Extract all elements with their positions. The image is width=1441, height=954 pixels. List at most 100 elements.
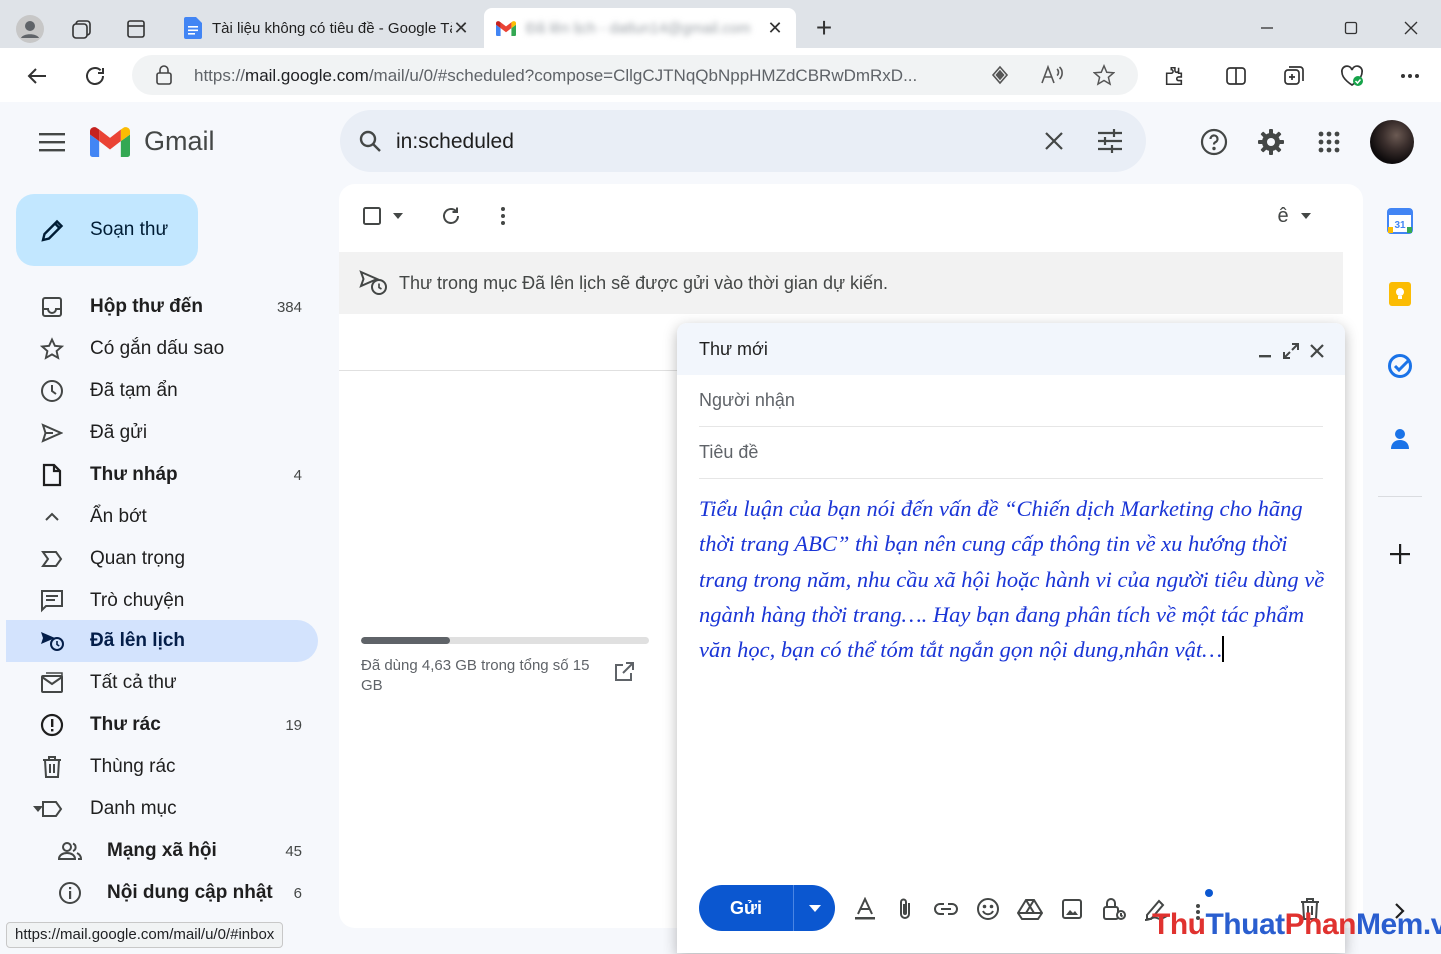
browser-essentials-icon[interactable] bbox=[1336, 60, 1368, 92]
url-text[interactable]: https://mail.google.com/mail/u/0/#schedu… bbox=[194, 66, 984, 86]
compose-button[interactable]: Soạn thư bbox=[16, 194, 198, 266]
insert-photo-icon[interactable] bbox=[1058, 895, 1086, 923]
more-vert-icon[interactable] bbox=[489, 202, 517, 230]
scheduled-info-banner: Thư trong mục Đã lên lịch sẽ được gửi và… bbox=[339, 252, 1343, 314]
close-tab-icon[interactable]: ✕ bbox=[452, 18, 470, 39]
message-body[interactable]: Tiểu luận của bạn nói đến vấn đề “Chiến … bbox=[699, 491, 1329, 667]
sidebar-item-categories[interactable]: Danh mục bbox=[6, 788, 318, 830]
extensions-icon[interactable] bbox=[1158, 60, 1190, 92]
clear-search-icon[interactable] bbox=[1040, 127, 1068, 155]
google-drive-icon[interactable] bbox=[1016, 895, 1044, 923]
schedule-send-dropdown[interactable] bbox=[794, 904, 835, 912]
tasks-icon[interactable] bbox=[1385, 351, 1415, 381]
favorite-star-icon[interactable] bbox=[1092, 63, 1116, 87]
calendar-icon[interactable]: 31 bbox=[1385, 206, 1415, 236]
input-tools-button[interactable]: ê bbox=[1269, 202, 1319, 230]
close-tab-icon[interactable]: ✕ bbox=[766, 18, 784, 39]
all-mail-icon bbox=[38, 669, 66, 697]
sidebar-item-social[interactable]: Mạng xã hội 45 bbox=[6, 830, 318, 872]
pencil-icon bbox=[41, 219, 64, 242]
search-options-icon[interactable] bbox=[1096, 127, 1124, 155]
workspaces-icon[interactable] bbox=[66, 13, 98, 45]
info-icon bbox=[56, 879, 84, 907]
new-tab-button[interactable]: + bbox=[808, 13, 840, 45]
scheduled-send-icon bbox=[359, 270, 389, 301]
browser-address-bar: https://mail.google.com/mail/u/0/#schedu… bbox=[0, 48, 1441, 102]
sidebar-item-trash[interactable]: Thùng rác bbox=[6, 746, 318, 788]
send-button[interactable]: Gửi bbox=[699, 898, 793, 919]
insert-link-icon[interactable] bbox=[932, 895, 960, 923]
send-icon bbox=[38, 419, 66, 447]
search-input[interactable]: in:scheduled bbox=[396, 130, 514, 154]
important-icon bbox=[38, 545, 66, 573]
minimize-compose-icon[interactable] bbox=[1255, 341, 1275, 361]
trash-icon bbox=[38, 753, 66, 781]
sidebar-item-starred[interactable]: Có gắn dấu sao bbox=[6, 328, 318, 370]
recipients-placeholder: Người nhận bbox=[699, 390, 795, 410]
back-icon[interactable] bbox=[20, 59, 54, 93]
tracking-prevention-icon[interactable] bbox=[988, 63, 1012, 87]
compose-label: Soạn thư bbox=[90, 219, 169, 240]
subject-field[interactable]: Tiêu đề bbox=[699, 427, 1323, 479]
account-avatar[interactable] bbox=[1370, 120, 1414, 164]
sidebar-item-updates[interactable]: Nội dung cập nhật 6 bbox=[6, 872, 318, 914]
formatting-icon[interactable] bbox=[851, 895, 879, 923]
storage-bar bbox=[361, 637, 649, 644]
omnibox[interactable]: https://mail.google.com/mail/u/0/#schedu… bbox=[132, 55, 1138, 95]
search-bar[interactable]: in:scheduled bbox=[340, 110, 1146, 172]
recipients-field[interactable]: Người nhận bbox=[699, 375, 1323, 427]
lock-icon[interactable] bbox=[152, 63, 176, 87]
sidebar-item-sent[interactable]: Đã gửi bbox=[6, 412, 318, 454]
tab-actions-icon[interactable] bbox=[120, 13, 152, 45]
more-options-icon[interactable] bbox=[1394, 60, 1426, 92]
gmail-favicon-icon bbox=[496, 20, 516, 36]
collections-icon[interactable] bbox=[1278, 60, 1310, 92]
select-all-checkbox[interactable] bbox=[361, 202, 407, 230]
apps-grid-icon[interactable] bbox=[1311, 124, 1347, 160]
confidential-mode-icon[interactable] bbox=[1100, 895, 1128, 923]
compose-header[interactable]: Thư mới bbox=[677, 323, 1345, 375]
contacts-icon[interactable] bbox=[1385, 423, 1415, 453]
profile-icon[interactable] bbox=[14, 13, 46, 45]
inbox-icon bbox=[38, 293, 66, 321]
gmail-wordmark: Gmail bbox=[144, 126, 215, 156]
attach-file-icon[interactable] bbox=[891, 895, 919, 923]
sidebar-item-important[interactable]: Quan trọng bbox=[6, 538, 318, 580]
sidebar-item-drafts[interactable]: Thư nháp 4 bbox=[6, 454, 318, 496]
sidebar-item-spam[interactable]: Thư rác 19 bbox=[6, 704, 318, 746]
clock-icon bbox=[38, 377, 66, 405]
sidebar-item-snoozed[interactable]: Đã tạm ẩn bbox=[6, 370, 318, 412]
sidebar-item-all-mail[interactable]: Tất cả thư bbox=[6, 662, 318, 704]
close-window-icon[interactable] bbox=[1388, 12, 1434, 44]
minimize-window-icon[interactable] bbox=[1244, 12, 1290, 44]
sidebar-item-chats[interactable]: Trò chuyện bbox=[6, 580, 318, 622]
search-icon[interactable] bbox=[356, 127, 384, 155]
settings-gear-icon[interactable] bbox=[1253, 124, 1289, 160]
chevron-up-icon bbox=[38, 503, 66, 531]
tab-google-docs[interactable]: Tài liệu không có tiêu đề - Google Tài l… bbox=[172, 8, 482, 48]
spam-icon bbox=[38, 711, 66, 739]
close-compose-icon[interactable] bbox=[1307, 341, 1327, 361]
maximize-window-icon[interactable] bbox=[1328, 12, 1374, 44]
svg-text:31: 31 bbox=[1394, 220, 1406, 231]
open-external-icon[interactable] bbox=[613, 661, 635, 688]
sidebar-item-scheduled[interactable]: Đã lên lịch bbox=[6, 620, 318, 662]
keep-icon[interactable] bbox=[1385, 279, 1415, 309]
refresh-icon[interactable] bbox=[437, 202, 465, 230]
watermark: ThuThuatPhanMem.vn bbox=[1152, 908, 1441, 941]
reload-icon[interactable] bbox=[78, 59, 112, 93]
read-aloud-icon[interactable] bbox=[1040, 63, 1064, 87]
get-addons-icon[interactable] bbox=[1385, 539, 1415, 569]
emoji-icon[interactable] bbox=[974, 895, 1002, 923]
split-screen-icon[interactable] bbox=[1220, 60, 1252, 92]
fullscreen-compose-icon[interactable] bbox=[1281, 341, 1301, 361]
gmail-logo[interactable]: Gmail bbox=[90, 126, 215, 157]
help-icon[interactable] bbox=[1196, 124, 1232, 160]
sidebar-item-show-less[interactable]: Ẩn bớt bbox=[6, 496, 318, 538]
main-menu-icon[interactable] bbox=[34, 126, 70, 158]
tab-gmail[interactable]: Đã lên lịch - datlun14@gmail.com ✕ bbox=[484, 8, 796, 48]
sidebar-item-inbox[interactable]: Hộp thư đến 384 bbox=[6, 286, 318, 328]
tab-title: Đã lên lịch - datlun14@gmail.com bbox=[526, 19, 751, 37]
subject-placeholder: Tiêu đề bbox=[699, 442, 759, 462]
label-icon bbox=[38, 795, 66, 823]
